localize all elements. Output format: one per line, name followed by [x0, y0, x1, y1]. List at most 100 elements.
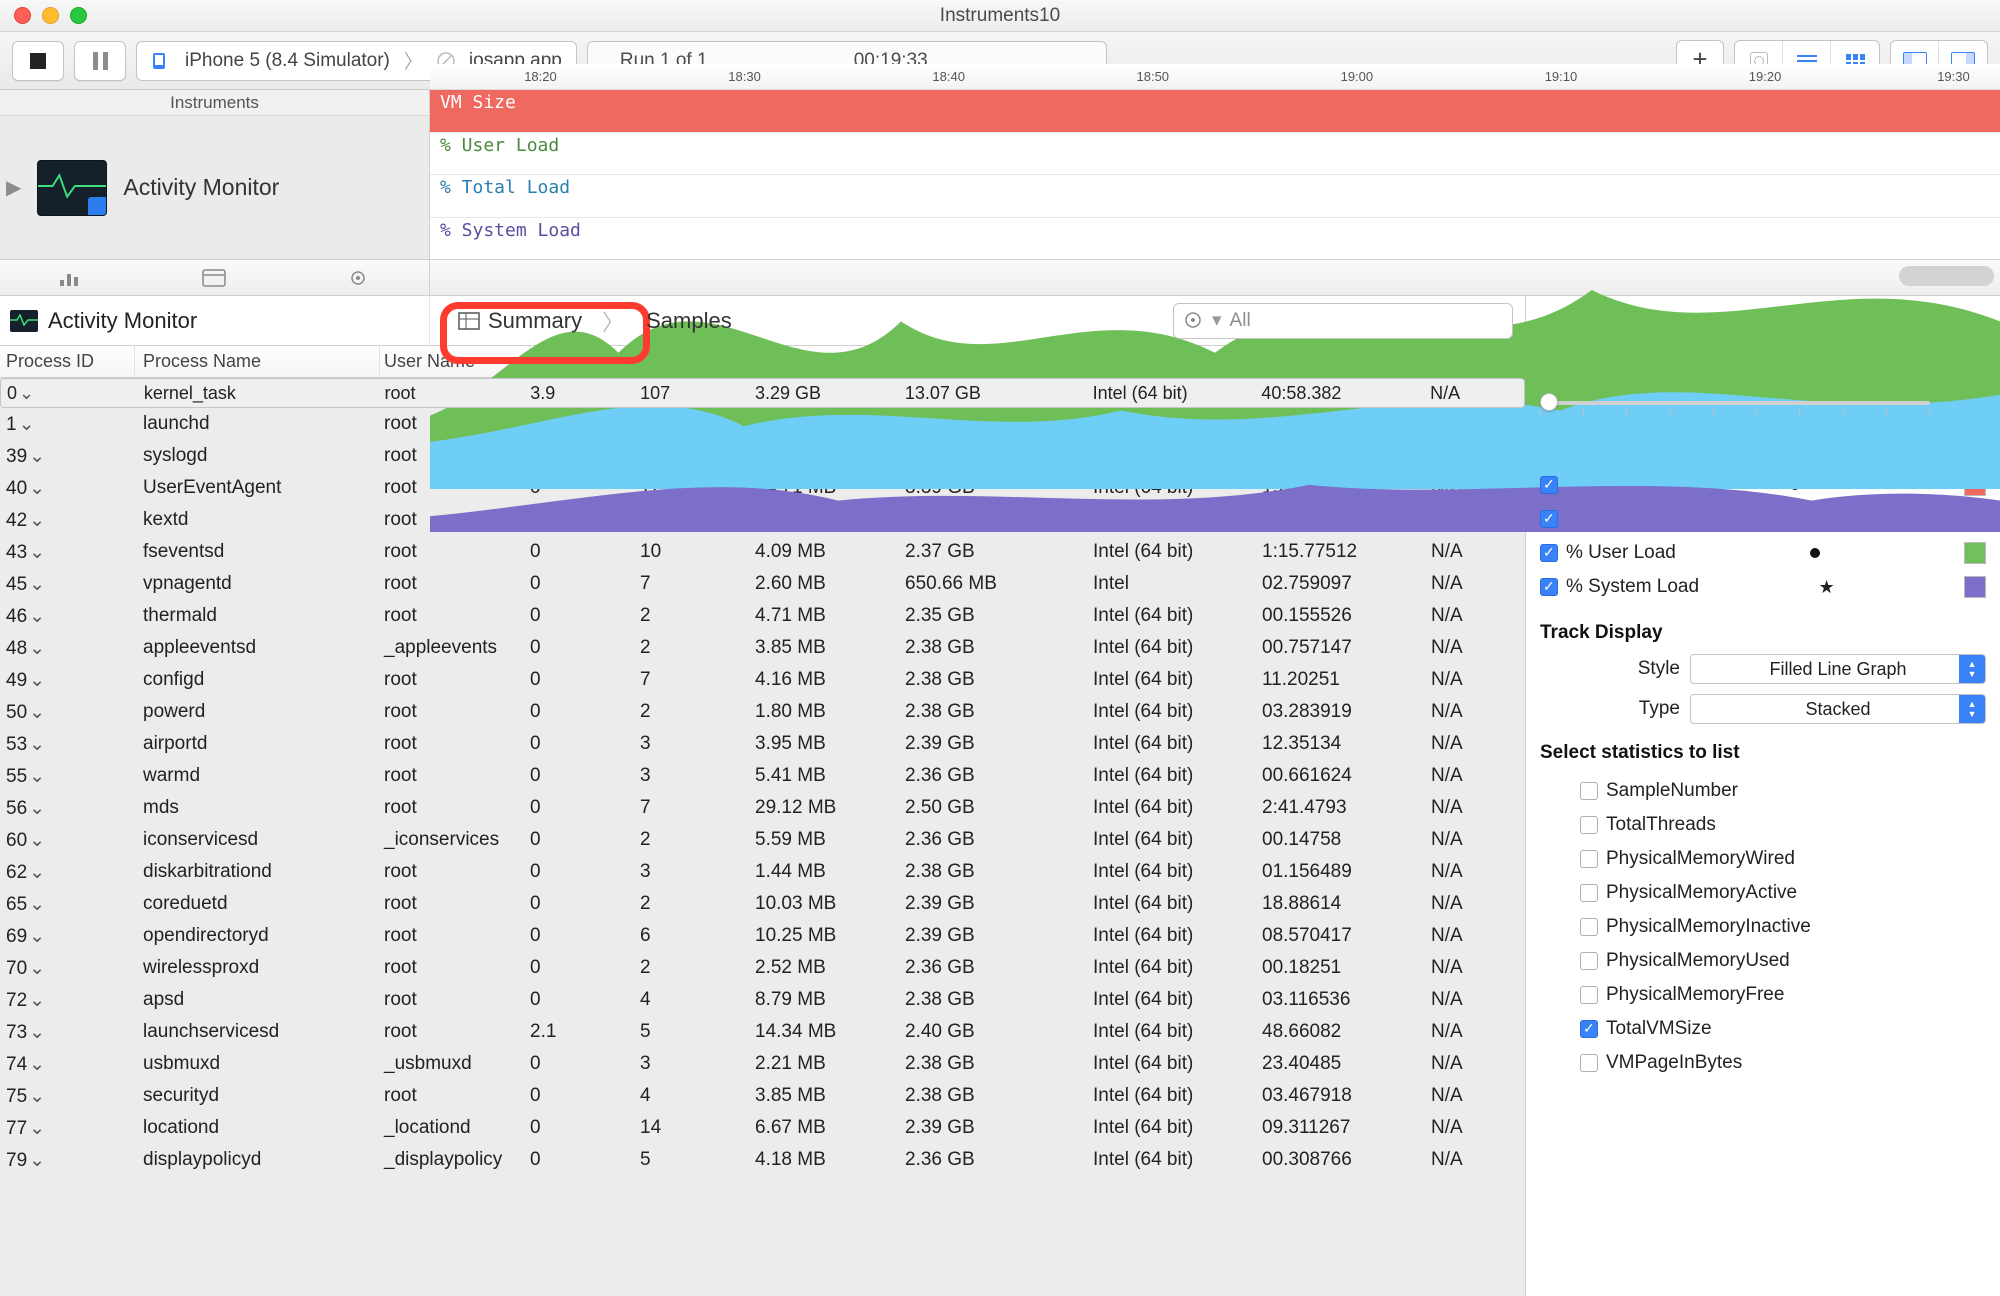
- track-view[interactable]: 18:20 18:30 18:40 18:50 19:00 19:10 19:2…: [430, 90, 2000, 259]
- select-stat-row[interactable]: TotalThreads: [1540, 808, 1986, 842]
- bars-icon[interactable]: [60, 270, 82, 286]
- table-row[interactable]: 53⌄airportdroot033.95 MB2.39 GBIntel (64…: [0, 728, 1525, 760]
- row-menu-icon[interactable]: ⌄: [27, 1054, 51, 1075]
- row-menu-icon[interactable]: ⌄: [27, 574, 51, 595]
- crumb-samples[interactable]: Samples: [624, 296, 754, 345]
- select-stat-checkbox[interactable]: [1580, 918, 1598, 936]
- select-stat-checkbox[interactable]: [1580, 816, 1598, 834]
- select-stat-row[interactable]: PhysicalMemoryWired: [1540, 842, 1986, 876]
- row-menu-icon[interactable]: ⌄: [17, 383, 40, 403]
- select-stat-row[interactable]: PhysicalMemoryFree: [1540, 978, 1986, 1012]
- col-pid[interactable]: Process ID: [0, 346, 135, 377]
- select-stat-row[interactable]: SampleNumber: [1540, 774, 1986, 808]
- stat-checkbox[interactable]: [1540, 510, 1558, 528]
- color-swatch[interactable]: [1964, 542, 1986, 564]
- table-row[interactable]: 43⌄fseventsdroot0104.09 MB2.37 GBIntel (…: [0, 536, 1525, 568]
- track-total-load[interactable]: % Total Load: [430, 175, 2000, 218]
- table-row[interactable]: 62⌄diskarbitrationdroot031.44 MB2.38 GBI…: [0, 856, 1525, 888]
- row-menu-icon[interactable]: ⌄: [27, 1022, 51, 1043]
- table-row[interactable]: 56⌄mdsroot0729.12 MB2.50 GBIntel (64 bit…: [0, 792, 1525, 824]
- instrument-name[interactable]: Activity Monitor: [123, 174, 279, 201]
- row-menu-icon[interactable]: ⌄: [27, 766, 51, 787]
- filter-field[interactable]: ▾ All: [1173, 303, 1513, 339]
- row-menu-icon[interactable]: ⌄: [27, 1118, 51, 1139]
- color-swatch[interactable]: [1964, 576, 1986, 598]
- timeline-ruler[interactable]: 18:20 18:30 18:40 18:50 19:00 19:10 19:2…: [430, 64, 2000, 90]
- table-row[interactable]: 60⌄iconservicesd_iconservices025.59 MB2.…: [0, 824, 1525, 856]
- table-row[interactable]: 48⌄appleeventsd_appleevents023.85 MB2.38…: [0, 632, 1525, 664]
- table-row[interactable]: 45⌄vpnagentdroot072.60 MB650.66 MBIntel0…: [0, 568, 1525, 600]
- row-menu-icon[interactable]: ⌄: [27, 702, 51, 723]
- device-label: iPhone 5 (8.4 Simulator): [185, 50, 390, 72]
- type-select[interactable]: Stacked▲▼: [1690, 694, 1986, 724]
- table-row[interactable]: 79⌄displaypolicyd_displaypolicy054.18 MB…: [0, 1144, 1525, 1176]
- crumb-summary[interactable]: Summary 〉: [436, 308, 604, 334]
- table-row[interactable]: 73⌄launchservicesdroot2.1514.34 MB2.40 G…: [0, 1016, 1525, 1048]
- table-row[interactable]: 74⌄usbmuxd_usbmuxd032.21 MB2.38 GBIntel …: [0, 1048, 1525, 1080]
- table-row[interactable]: 70⌄wirelessproxdroot022.52 MB2.36 GBInte…: [0, 952, 1525, 984]
- style-select[interactable]: Filled Line Graph▲▼: [1690, 654, 1986, 684]
- row-menu-icon[interactable]: ⌄: [27, 926, 51, 947]
- select-stat-checkbox[interactable]: [1580, 884, 1598, 902]
- table-row[interactable]: 0⌄kernel_taskroot3.91073.29 GB13.07 GBIn…: [0, 378, 1525, 408]
- stat-checkbox[interactable]: [1540, 544, 1558, 562]
- track-system-load[interactable]: % System Load: [430, 218, 2000, 260]
- stat-row[interactable]: % User Load: [1540, 536, 1986, 570]
- select-stat-row[interactable]: VMPageInBytes: [1540, 1046, 1986, 1080]
- col-name[interactable]: Process Name: [135, 346, 380, 377]
- track-user-load[interactable]: % User Load: [430, 133, 2000, 176]
- select-stat-checkbox[interactable]: [1580, 1020, 1598, 1038]
- row-menu-icon[interactable]: ⌄: [27, 478, 51, 499]
- table-row[interactable]: 55⌄warmdroot035.41 MB2.36 GBIntel (64 bi…: [0, 760, 1525, 792]
- select-stat-checkbox[interactable]: [1580, 782, 1598, 800]
- row-menu-icon[interactable]: ⌄: [27, 446, 51, 467]
- table-row[interactable]: 77⌄locationd_locationd0146.67 MB2.39 GBI…: [0, 1112, 1525, 1144]
- minimize-window-button[interactable]: [42, 7, 59, 24]
- stat-checkbox[interactable]: [1540, 578, 1558, 596]
- row-menu-icon[interactable]: ⌄: [27, 734, 51, 755]
- row-menu-icon[interactable]: ⌄: [17, 414, 41, 435]
- row-menu-icon[interactable]: ⌄: [27, 798, 51, 819]
- select-stat-checkbox[interactable]: [1580, 850, 1598, 868]
- row-menu-icon[interactable]: ⌄: [27, 894, 51, 915]
- table-row[interactable]: 75⌄securitydroot043.85 MB2.38 GBIntel (6…: [0, 1080, 1525, 1112]
- row-menu-icon[interactable]: ⌄: [27, 862, 51, 883]
- row-menu-icon[interactable]: ⌄: [27, 606, 51, 627]
- row-menu-icon[interactable]: ⌄: [27, 830, 51, 851]
- select-stat-checkbox[interactable]: [1580, 952, 1598, 970]
- timeline-scroll-thumb[interactable]: [1899, 266, 1994, 286]
- row-menu-icon[interactable]: ⌄: [27, 1086, 51, 1107]
- row-menu-icon[interactable]: ⌄: [27, 510, 51, 531]
- row-menu-icon[interactable]: ⌄: [27, 990, 51, 1011]
- row-menu-icon[interactable]: ⌄: [27, 638, 51, 659]
- track-vm-size[interactable]: VM Size: [430, 90, 2000, 133]
- select-stat-checkbox[interactable]: [1580, 986, 1598, 1004]
- row-menu-icon[interactable]: ⌄: [27, 542, 51, 563]
- row-menu-icon[interactable]: ⌄: [27, 958, 51, 979]
- row-menu-icon[interactable]: ⌄: [27, 670, 51, 691]
- select-stat-row[interactable]: PhysicalMemoryUsed: [1540, 944, 1986, 978]
- sampling-rate-slider[interactable]: [1540, 401, 1930, 405]
- select-stat-checkbox[interactable]: [1580, 1054, 1598, 1072]
- stat-row[interactable]: % System Load★: [1540, 570, 1986, 604]
- pause-button[interactable]: [74, 41, 126, 81]
- select-stat-row[interactable]: PhysicalMemoryActive: [1540, 876, 1986, 910]
- table-row[interactable]: 69⌄opendirectorydroot0610.25 MB2.39 GBIn…: [0, 920, 1525, 952]
- record-stop-button[interactable]: [12, 41, 64, 81]
- close-window-button[interactable]: [14, 7, 31, 24]
- table-row[interactable]: 72⌄apsdroot048.79 MB2.38 GBIntel (64 bit…: [0, 984, 1525, 1016]
- zoom-window-button[interactable]: [70, 7, 87, 24]
- gear-icon[interactable]: [347, 270, 369, 286]
- table-row[interactable]: 49⌄configdroot074.16 MB2.38 GBIntel (64 …: [0, 664, 1525, 696]
- window-icon[interactable]: [202, 269, 226, 287]
- select-stat-row[interactable]: TotalVMSize: [1540, 1012, 1986, 1046]
- row-menu-icon[interactable]: ⌄: [27, 1150, 51, 1171]
- disclosure-triangle[interactable]: ▶: [6, 175, 21, 200]
- stat-checkbox[interactable]: [1540, 476, 1558, 494]
- table-row[interactable]: 65⌄coreduetdroot0210.03 MB2.39 GBIntel (…: [0, 888, 1525, 920]
- select-stat-label: PhysicalMemoryInactive: [1606, 916, 1811, 938]
- table-row[interactable]: 50⌄powerdroot021.80 MB2.38 GBIntel (64 b…: [0, 696, 1525, 728]
- table-row[interactable]: 46⌄thermaldroot024.71 MB2.35 GBIntel (64…: [0, 600, 1525, 632]
- select-stat-row[interactable]: PhysicalMemoryInactive: [1540, 910, 1986, 944]
- type-label: Type: [1540, 698, 1680, 720]
